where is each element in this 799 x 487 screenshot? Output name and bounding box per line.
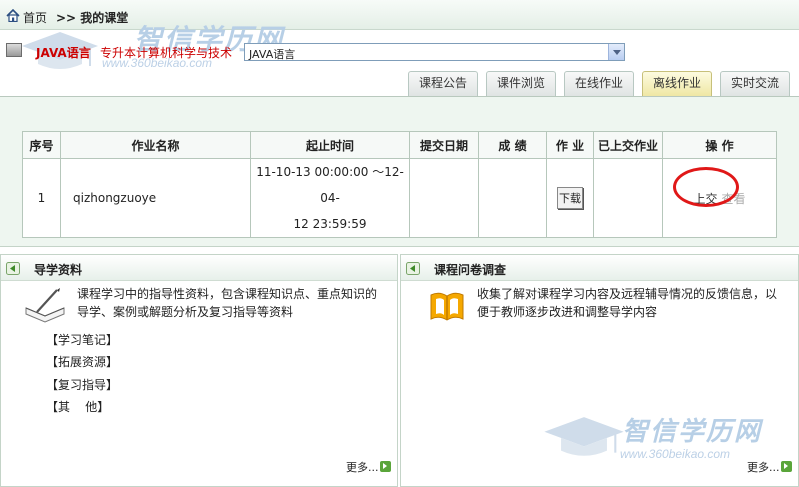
watermark-logo-text: 智信学历网 xyxy=(622,417,763,447)
col-homework-header: 作 业 xyxy=(546,131,594,159)
row-time-start: 11-10-13 00:00:00 ～12-04- xyxy=(256,165,404,205)
guide-desc-line1: 课程学习中的指导性资料，包含课程知识点、重点知识的 xyxy=(77,287,378,301)
guide-panel-title: 导学资料 xyxy=(34,263,83,277)
more-arrow-icon xyxy=(379,461,391,472)
course-select-value: JAVA语言 xyxy=(249,48,296,61)
table-header-row: 序号 作业名称 起止时间 提交日期 成 绩 作 业 已上交作业 操 作 xyxy=(22,131,777,159)
row-index: 1 xyxy=(22,158,61,238)
survey-desc-line2: 便于教师逐步改进和调整导学内容 xyxy=(477,305,658,319)
col-name-header: 作业名称 xyxy=(60,131,251,159)
tab-realtime-chat[interactable]: 实时交流 xyxy=(720,71,790,96)
guide-link-review-guide[interactable]: 【复习指导】 xyxy=(46,376,118,393)
tab-course-notice[interactable]: 课程公告 xyxy=(408,71,478,96)
survey-panel-header: 课程问卷调查 xyxy=(401,255,798,281)
home-icon[interactable] xyxy=(6,9,20,22)
guide-desc-line2: 导学、案例或解题分析及复习指导等资料 xyxy=(77,305,294,319)
col-submit-date-header: 提交日期 xyxy=(409,131,479,159)
row-submit-date xyxy=(409,158,479,238)
survey-more-link[interactable]: 更多... xyxy=(747,459,792,475)
row-time-end: 12 23:59:59 xyxy=(293,217,367,231)
book-pen-icon xyxy=(25,288,65,323)
col-index-header: 序号 xyxy=(22,131,61,159)
course-book-icon xyxy=(6,43,22,57)
survey-panel-title: 课程问卷调查 xyxy=(434,263,507,277)
tab-offline-homework[interactable]: 离线作业 xyxy=(642,71,712,96)
tab-courseware[interactable]: 课件浏览 xyxy=(486,71,556,96)
guide-panel-header: 导学资料 xyxy=(1,255,397,281)
col-score-header: 成 绩 xyxy=(478,131,547,159)
survey-panel-description: 收集了解对课程学习内容及远程辅导情况的反馈信息，以 便于教师逐步改进和调整导学内… xyxy=(477,285,777,321)
survey-panel: 课程问卷调查 收集了解对课程学习内容及远程辅导情况的反馈信息，以 便于教师逐步改… xyxy=(400,254,799,487)
survey-desc-line1: 收集了解对课程学习内容及远程辅导情况的反馈信息，以 xyxy=(477,287,778,301)
course-select-dropdown[interactable]: JAVA语言 xyxy=(244,43,625,61)
survey-more-label: 更多... xyxy=(747,461,780,474)
graduation-cap-watermark-icon xyxy=(544,417,624,456)
course-bar: JAVA语言 专升本计算机科学与技术 JAVA语言 xyxy=(0,36,799,66)
download-button[interactable]: 下载 xyxy=(557,187,583,209)
guide-link-other[interactable]: 【其 他】 xyxy=(46,398,109,415)
tab-online-homework[interactable]: 在线作业 xyxy=(564,71,634,96)
more-arrow-icon xyxy=(780,461,792,472)
col-submitted-header: 已上交作业 xyxy=(593,131,663,159)
green-arrow-icon xyxy=(406,262,420,275)
row-time-range: 11-10-13 00:00:00 ～12-04- 12 23:59:59 xyxy=(250,158,410,238)
guide-panel-description: 课程学习中的指导性资料，包含课程知识点、重点知识的 导学、案例或解题分析及复习指… xyxy=(77,285,377,321)
breadcrumb-home-link[interactable]: 首页 xyxy=(23,9,47,26)
guide-link-study-notes[interactable]: 【学习笔记】 xyxy=(46,331,118,348)
row-score xyxy=(478,158,547,238)
highlight-circle-annotation xyxy=(673,167,739,207)
watermark-url-text: www.360beikao.com xyxy=(620,447,731,461)
homework-table: 序号 作业名称 起止时间 提交日期 成 绩 作 业 已上交作业 操 作 1 qi… xyxy=(22,131,777,238)
guide-more-label: 更多... xyxy=(346,461,379,474)
homework-area: 序号 作业名称 起止时间 提交日期 成 绩 作 业 已上交作业 操 作 1 qi… xyxy=(0,97,799,247)
row-download-cell: 下载 xyxy=(546,158,594,238)
survey-book-icon xyxy=(430,292,464,321)
top-bar: 首页 >> 我的课堂 xyxy=(0,0,799,30)
breadcrumb-current: >> 我的课堂 xyxy=(56,11,129,25)
course-name: JAVA语言 xyxy=(36,46,91,60)
green-arrow-icon xyxy=(6,262,20,275)
course-tabs: 课程公告 课件浏览 在线作业 离线作业 实时交流 xyxy=(0,71,799,97)
guide-materials-panel: 导学资料 课程学习中的指导性资料，包含课程知识点、重点知识的 导学、案例或解题分… xyxy=(0,254,398,487)
guide-more-link[interactable]: 更多... xyxy=(346,459,391,475)
course-major: 专升本计算机科学与技术 xyxy=(100,46,233,60)
row-homework-name: qizhongzuoye xyxy=(60,158,251,238)
col-time-header: 起止时间 xyxy=(250,131,410,159)
row-submitted-homework xyxy=(593,158,663,238)
table-row: 1 qizhongzuoye 11-10-13 00:00:00 ～12-04-… xyxy=(22,158,777,238)
chevron-down-icon[interactable] xyxy=(608,44,624,60)
guide-link-extended-resources[interactable]: 【拓展资源】 xyxy=(46,353,118,370)
col-action-header: 操 作 xyxy=(662,131,777,159)
